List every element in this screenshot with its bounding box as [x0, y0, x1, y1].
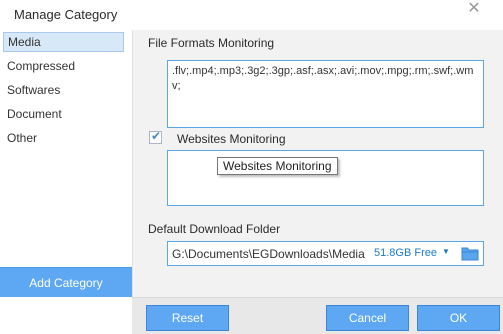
free-space-indicator[interactable]: 51.8GB Free: [374, 247, 437, 259]
cancel-button[interactable]: Cancel: [326, 305, 409, 331]
sidebar-item-softwares[interactable]: Softwares: [3, 80, 124, 100]
download-folder-selector[interactable]: G:\Documents\EGDownloads\Media 51.8GB Fr…: [167, 241, 484, 266]
reset-button[interactable]: Reset: [146, 305, 229, 331]
category-settings-panel: File Formats Monitoring .flv;.mp4;.mp3;.…: [133, 30, 503, 297]
ok-button[interactable]: OK: [417, 305, 500, 331]
websites-monitoring-label: Websites Monitoring: [177, 132, 286, 146]
file-formats-label: File Formats Monitoring: [148, 36, 275, 50]
chevron-down-icon[interactable]: ▼: [442, 247, 450, 256]
download-folder-label: Default Download Folder: [148, 222, 281, 236]
sidebar-item-compressed[interactable]: Compressed: [3, 56, 124, 76]
category-sidebar: Media Compressed Softwares Document Othe…: [0, 30, 133, 297]
file-formats-field[interactable]: .flv;.mp4;.mp3;.3g2;.3gp;.asf;.asx;.avi;…: [167, 60, 484, 128]
folder-icon[interactable]: [461, 246, 479, 261]
window-title: Manage Category: [14, 7, 118, 22]
close-button[interactable]: ✕: [462, 0, 486, 20]
sidebar-item-other[interactable]: Other: [3, 128, 124, 148]
sidebar-item-media[interactable]: Media: [3, 32, 124, 52]
websites-tooltip: Websites Monitoring: [217, 157, 338, 175]
websites-monitoring-checkbox[interactable]: ✔: [149, 129, 162, 144]
add-category-button[interactable]: Add Category: [0, 267, 132, 297]
download-folder-path: G:\Documents\EGDownloads\Media: [172, 247, 365, 261]
checkmark-icon: ✔: [151, 129, 162, 143]
dialog-button-bar: Reset Cancel OK: [132, 297, 503, 334]
sidebar-item-document[interactable]: Document: [3, 104, 124, 124]
title-bar: Manage Category ✕: [0, 0, 503, 30]
